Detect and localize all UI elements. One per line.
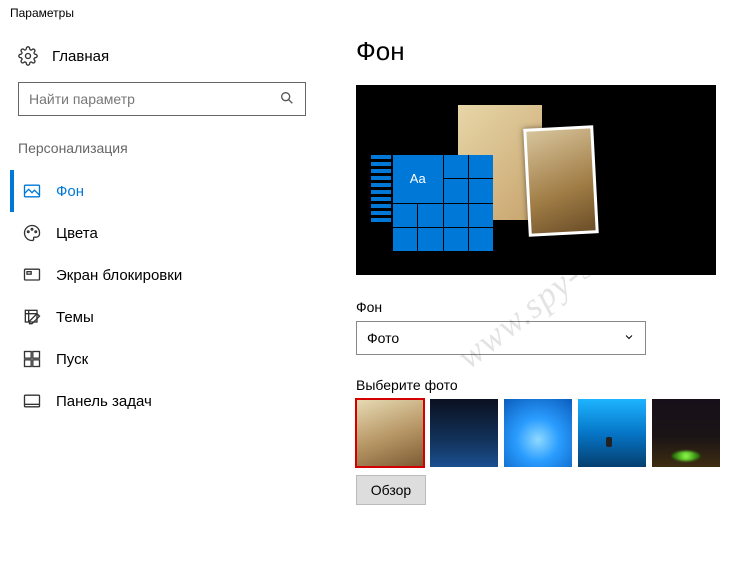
- start-icon: [22, 349, 42, 369]
- nav-label: Цвета: [56, 225, 98, 242]
- nav-label: Фон: [56, 183, 84, 200]
- desktop-preview: Aa: [356, 85, 716, 275]
- preview-start-menu: Aa: [371, 155, 493, 251]
- photo-thumb-2[interactable]: [430, 399, 498, 467]
- nav-label: Темы: [56, 309, 94, 326]
- preview-window: [523, 125, 599, 237]
- lockscreen-icon: [22, 265, 42, 285]
- taskbar-icon: [22, 391, 42, 411]
- nav-label: Пуск: [56, 351, 88, 368]
- left-pane: Главная Персонализация Фон Цвета: [10, 36, 330, 505]
- background-dropdown[interactable]: Фото: [356, 321, 646, 355]
- nav-item-taskbar[interactable]: Панель задач: [10, 380, 330, 422]
- choose-photo-label: Выберите фото: [356, 377, 730, 393]
- photo-thumb-1[interactable]: [356, 399, 424, 467]
- browse-button[interactable]: Обзор: [356, 475, 426, 505]
- photo-thumb-5[interactable]: [652, 399, 720, 467]
- nav-item-lockscreen[interactable]: Экран блокировки: [10, 254, 330, 296]
- nav-list: Фон Цвета Экран блокировки Темы: [10, 170, 330, 422]
- search-box[interactable]: [18, 82, 306, 116]
- search-input[interactable]: [29, 91, 279, 107]
- dropdown-value: Фото: [367, 330, 399, 346]
- nav-item-themes[interactable]: Темы: [10, 296, 330, 338]
- section-label: Персонализация: [10, 140, 330, 170]
- chevron-down-icon: [623, 330, 635, 346]
- nav-label: Экран блокировки: [56, 267, 182, 284]
- themes-icon: [22, 307, 42, 327]
- right-pane: Фон Aa Фон Фото Выберите фото: [330, 36, 730, 505]
- home-label: Главная: [52, 48, 109, 65]
- window-title: Параметры: [0, 0, 753, 26]
- nav-item-colors[interactable]: Цвета: [10, 212, 330, 254]
- search-icon: [279, 90, 295, 109]
- nav-item-background[interactable]: Фон: [10, 170, 330, 212]
- nav-label: Панель задач: [56, 393, 152, 410]
- preview-tile-sample: Aa: [393, 155, 443, 203]
- photo-thumb-4[interactable]: [578, 399, 646, 467]
- page-title: Фон: [356, 36, 730, 67]
- photo-thumbnails: [356, 399, 730, 467]
- home-link[interactable]: Главная: [10, 36, 330, 82]
- background-label: Фон: [356, 299, 730, 315]
- palette-icon: [22, 223, 42, 243]
- nav-item-start[interactable]: Пуск: [10, 338, 330, 380]
- picture-icon: [22, 181, 42, 201]
- photo-thumb-3[interactable]: [504, 399, 572, 467]
- gear-icon: [18, 46, 38, 66]
